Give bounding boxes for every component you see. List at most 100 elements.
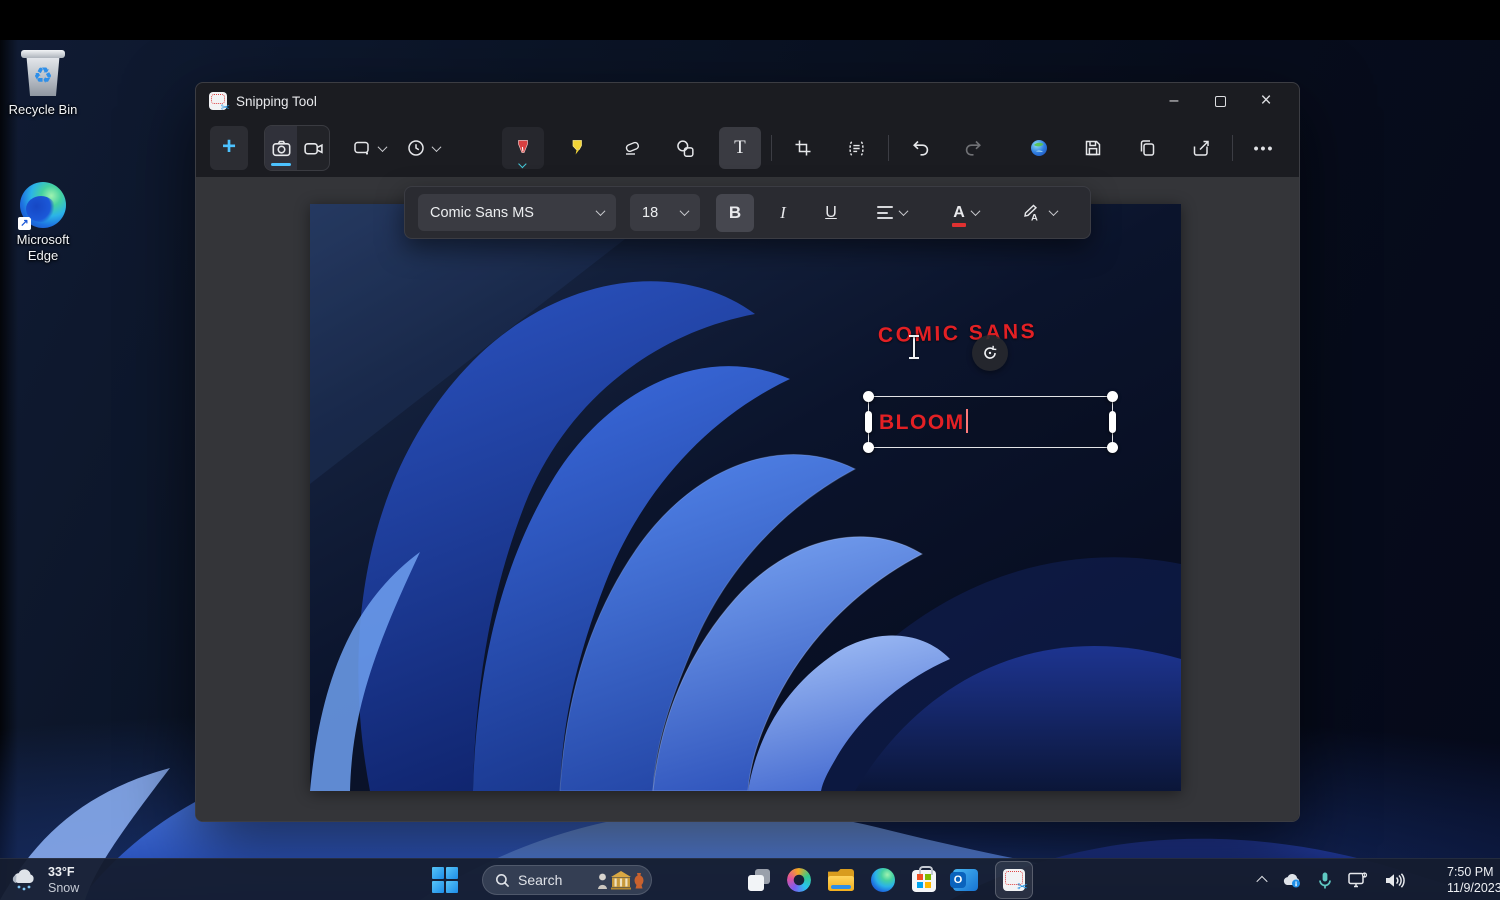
network-icon[interactable] — [1347, 871, 1369, 889]
screenshot-mode-button[interactable] — [265, 126, 297, 170]
save-button[interactable] — [1072, 127, 1114, 169]
svg-text:A: A — [1031, 212, 1038, 223]
plus-icon: + — [222, 135, 236, 159]
text-cursor-ibeam — [908, 335, 920, 361]
highlighter-tool-button[interactable] — [556, 127, 598, 169]
onedrive-cloud-icon[interactable] — [1281, 872, 1303, 888]
scissors-glyph: ✂ — [221, 101, 230, 114]
redo-button[interactable] — [953, 127, 995, 169]
search-box[interactable]: Search — [482, 865, 652, 895]
redo-icon — [964, 138, 984, 158]
more-options-button[interactable]: ••• — [1243, 127, 1285, 169]
clock-icon — [406, 138, 426, 158]
delay-dropdown[interactable] — [402, 127, 444, 169]
text-box-value: BLOOM — [879, 411, 965, 434]
text-caret — [966, 409, 969, 433]
text-box[interactable]: BLOOM — [868, 396, 1113, 448]
crop-button[interactable] — [782, 127, 824, 169]
share-button[interactable] — [1180, 127, 1222, 169]
text-actions-button[interactable] — [836, 127, 878, 169]
bold-button[interactable]: B — [716, 194, 754, 232]
italic-icon: I — [780, 203, 786, 223]
close-button[interactable]: × — [1243, 83, 1289, 119]
amphora-vase-icon — [633, 872, 645, 890]
text-format-bar: Comic Sans MS 18 B I U — [404, 186, 1091, 239]
desktop-icon-label: Recycle Bin — [0, 102, 86, 118]
more-icon: ••• — [1254, 140, 1275, 156]
desktop-icon-label: Microsoft Edge — [8, 232, 78, 265]
maximize-button[interactable] — [1197, 83, 1243, 119]
resize-handle-bottom-left[interactable] — [863, 442, 874, 453]
eraser-icon — [622, 138, 642, 158]
font-family-dropdown[interactable]: Comic Sans MS — [418, 194, 616, 231]
hidden-icons-chevron[interactable] — [1256, 876, 1267, 887]
app-icon: ✂ — [209, 92, 227, 110]
rotate-handle[interactable] — [972, 335, 1008, 371]
rotate-icon — [981, 344, 999, 362]
minimize-button[interactable]: – — [1151, 83, 1197, 119]
divider — [1232, 135, 1233, 161]
snipping-tool-icon: ✂ — [1003, 869, 1025, 891]
close-icon: × — [1260, 90, 1271, 112]
undo-icon — [910, 138, 930, 158]
resize-handle-left[interactable] — [865, 411, 872, 433]
eraser-tool-button[interactable] — [611, 127, 653, 169]
outlook-button[interactable]: O — [953, 869, 978, 891]
visual-search-button[interactable] — [1018, 127, 1060, 169]
file-explorer-button[interactable] — [828, 869, 854, 891]
resize-handle-top-right[interactable] — [1107, 391, 1118, 402]
chevron-down-icon — [899, 206, 909, 216]
snip-shape-dropdown[interactable] — [348, 127, 390, 169]
text-tool-button[interactable]: T — [719, 127, 761, 169]
desktop-icon-microsoft-edge[interactable]: ↗ Microsoft Edge — [0, 182, 86, 265]
volume-icon[interactable] — [1384, 872, 1405, 889]
font-color-dropdown[interactable]: A — [938, 194, 994, 232]
font-size-dropdown[interactable]: 18 — [630, 194, 700, 231]
titlebar[interactable]: ✂ Snipping Tool – × — [196, 83, 1299, 119]
rectangle-snip-icon — [352, 138, 372, 158]
alignment-dropdown[interactable] — [864, 194, 920, 232]
weather-widget[interactable]: 33°F Snow — [10, 859, 79, 900]
text-box-content[interactable]: BLOOM — [879, 409, 968, 435]
weather-condition: Snow — [48, 881, 79, 896]
edge-taskbar-button[interactable] — [871, 868, 895, 892]
undo-button[interactable] — [899, 127, 941, 169]
pen-tool-button[interactable] — [502, 127, 544, 169]
search-icon — [495, 873, 510, 888]
camera-icon — [271, 138, 292, 159]
tray-clock[interactable]: 7:50 PM 11/9/2023 — [1447, 864, 1500, 896]
italic-button[interactable]: I — [764, 194, 802, 232]
recycle-glyph: ♻ — [33, 56, 53, 96]
record-mode-button[interactable] — [297, 126, 329, 170]
statue-bust-icon — [596, 872, 609, 890]
divider — [771, 135, 772, 161]
new-snip-button[interactable]: + — [210, 126, 248, 170]
shortcut-arrow-icon: ↗ — [18, 217, 31, 230]
shapes-tool-button[interactable] — [665, 127, 707, 169]
resize-handle-bottom-right[interactable] — [1107, 442, 1118, 453]
snipping-tool-taskbar-button[interactable]: ✂ — [995, 861, 1033, 899]
task-view-button[interactable] — [748, 869, 770, 891]
microsoft-store-button[interactable] — [912, 870, 936, 892]
share-icon — [1191, 138, 1211, 158]
copilot-button[interactable] — [787, 868, 811, 892]
edge-icon: ↗ — [20, 182, 66, 228]
resize-handle-top-left[interactable] — [863, 391, 874, 402]
snip-canvas[interactable]: COMIC SANS BLOOM — [310, 204, 1181, 791]
maximize-icon — [1215, 96, 1226, 107]
start-button[interactable] — [432, 867, 458, 893]
text-tool-icon: T — [734, 137, 746, 159]
editor-content: COMIC SANS BLOOM — [196, 177, 1299, 822]
window-title: Snipping Tool — [236, 94, 317, 109]
clock-date: 11/9/2023 — [1447, 880, 1500, 896]
copy-button[interactable] — [1126, 127, 1168, 169]
mode-segmented-control — [264, 125, 330, 171]
museum-building-icon — [610, 871, 632, 890]
text-style-dropdown[interactable]: A — [1010, 194, 1068, 232]
desktop-icon-recycle-bin[interactable]: ♻ Recycle Bin — [0, 50, 86, 118]
resize-handle-right[interactable] — [1109, 411, 1116, 433]
underline-button[interactable]: U — [812, 194, 850, 232]
microphone-icon[interactable] — [1318, 871, 1332, 890]
annotation-heading-text[interactable]: COMIC SANS — [878, 320, 1038, 348]
taskbar: 33°F Snow Search — [0, 858, 1500, 900]
